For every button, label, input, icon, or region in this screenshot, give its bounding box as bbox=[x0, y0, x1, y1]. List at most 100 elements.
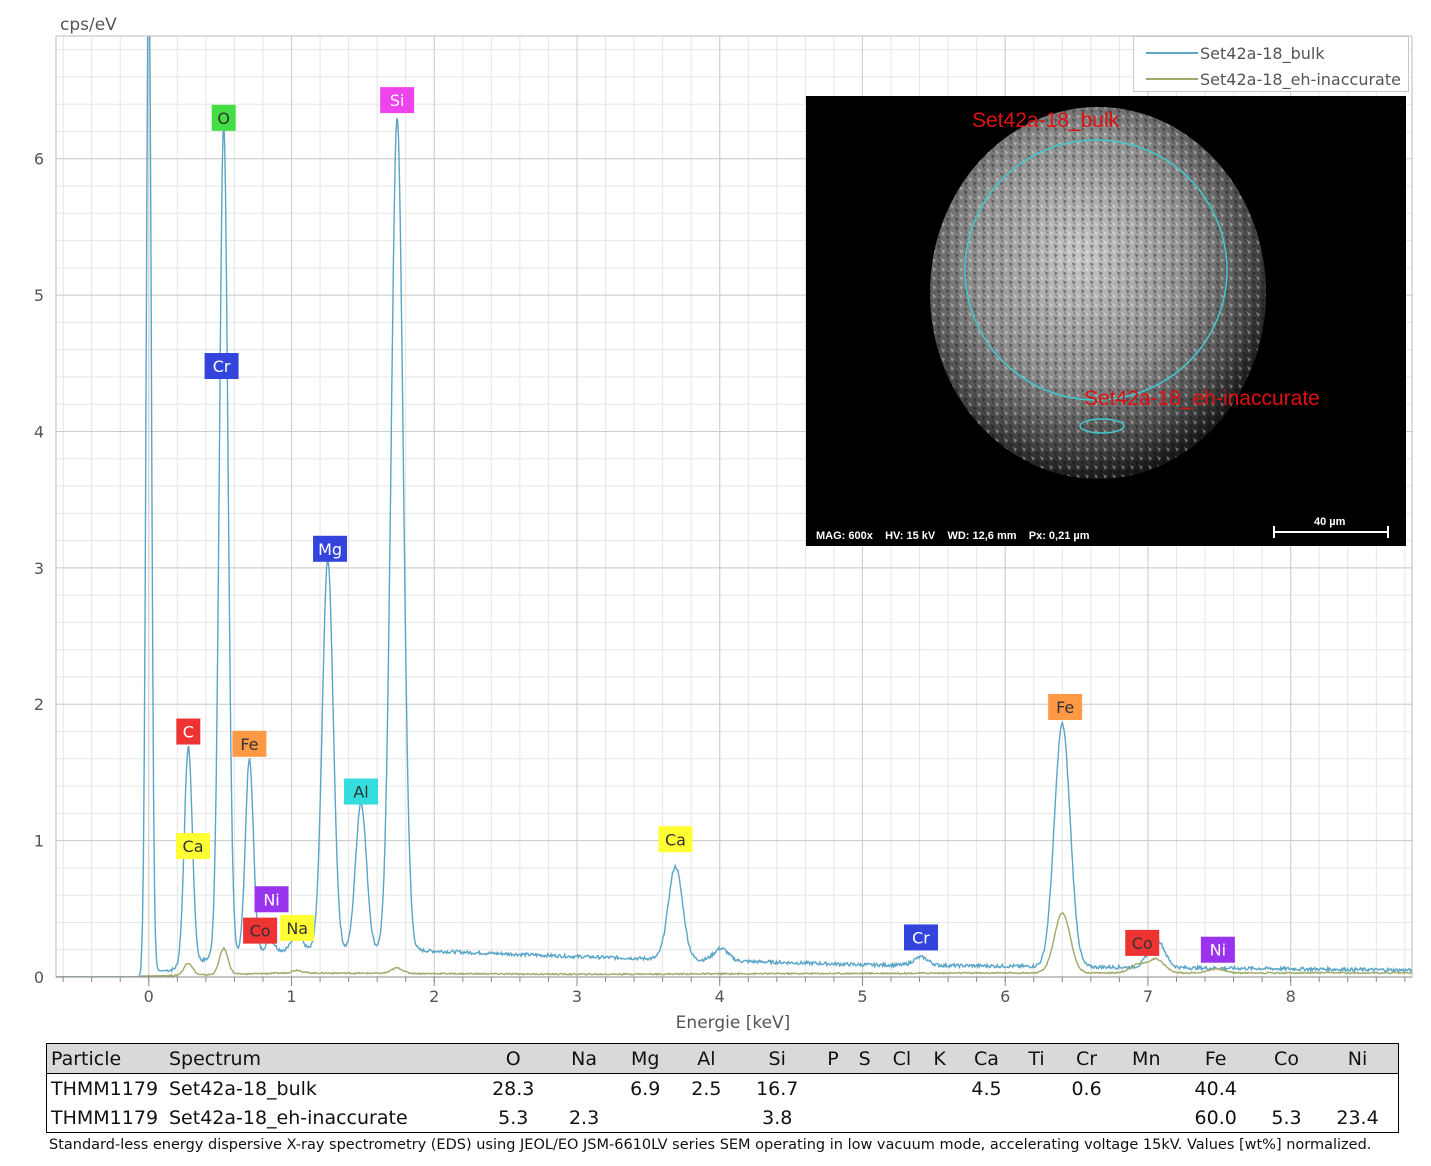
x-tick-label: 0 bbox=[144, 987, 154, 1006]
table-cell bbox=[676, 1103, 737, 1133]
table-cell bbox=[1317, 1074, 1398, 1104]
table-cell bbox=[849, 1103, 881, 1133]
scale-bar-label: 40 µm bbox=[1314, 516, 1346, 528]
legend-item-bulk: Set42a-18_bulk bbox=[1146, 43, 1325, 63]
x-tick-label: 2 bbox=[429, 987, 439, 1006]
x-tick-label: 6 bbox=[1000, 987, 1010, 1006]
peak-label-text: Al bbox=[353, 783, 368, 802]
table-header-cell: Ni bbox=[1317, 1043, 1399, 1074]
table-header-cell: Fe bbox=[1175, 1043, 1256, 1074]
y-tick-label: 5 bbox=[34, 286, 44, 305]
peak-label-fe: Fe bbox=[1048, 693, 1083, 720]
table-header-cell: Al bbox=[675, 1043, 737, 1074]
y-tick-label: 4 bbox=[34, 422, 44, 441]
y-tick-label: 2 bbox=[34, 695, 44, 714]
peak-label-text: Si bbox=[390, 91, 405, 110]
sem-info-bar: MAG: 600x HV: 15 kV WD: 12,6 mm Px: 0,21… bbox=[816, 530, 1090, 542]
table-cell: 4.5 bbox=[971, 1077, 1002, 1100]
composition-table-wrap: Particle Spectrum O Na Mg Al Si P S Cl K Ca Ti Cr Mn Fe… bbox=[46, 1043, 1399, 1133]
table-header-cell: Si bbox=[736, 1043, 818, 1074]
table-header-cell: K bbox=[923, 1043, 956, 1074]
table-cell bbox=[1017, 1074, 1056, 1104]
sem-micrograph: Set42a-18_bulk Set42a-18_eh-inaccurate 4… bbox=[806, 96, 1406, 546]
table-header-cell: Ca bbox=[955, 1043, 1018, 1074]
table-header-cell: Ti bbox=[1017, 1043, 1056, 1074]
y-tick-label: 1 bbox=[34, 832, 44, 851]
legend-swatch bbox=[1146, 78, 1198, 80]
table-header-cell: Na bbox=[553, 1043, 615, 1074]
peak-label-text: Ni bbox=[263, 890, 279, 909]
peak-label-text: Fe bbox=[240, 735, 258, 754]
x-tick-label: 3 bbox=[572, 987, 582, 1006]
table-cell: 5.3 bbox=[498, 1106, 529, 1129]
table-header-row: Particle Spectrum O Na Mg Al Si P S Cl K Ca Ti Cr Mn Fe… bbox=[46, 1043, 1399, 1074]
table-cell bbox=[849, 1074, 881, 1104]
peak-label-co: Co bbox=[243, 917, 278, 944]
table-header-cell: Mn bbox=[1117, 1043, 1176, 1074]
table-cell: Set42a-18_bulk bbox=[169, 1077, 317, 1100]
legend-swatch bbox=[1146, 52, 1198, 54]
chart-legend: Set42a-18_bulk Set42a-18_eh-inaccurate bbox=[1133, 36, 1409, 92]
x-tick-label: 8 bbox=[1286, 987, 1296, 1006]
table-header-cell: Cl bbox=[880, 1043, 924, 1074]
table-cell: 3.8 bbox=[762, 1106, 793, 1129]
legend-item-eh-inaccurate: Set42a-18_eh-inaccurate bbox=[1146, 69, 1401, 89]
table-cell bbox=[554, 1074, 615, 1104]
table-cell bbox=[1117, 1074, 1175, 1104]
table-cell: 16.7 bbox=[756, 1077, 799, 1100]
legend-label: Set42a-18_eh-inaccurate bbox=[1200, 69, 1401, 89]
table-cell bbox=[817, 1074, 848, 1104]
peak-label-c: C bbox=[176, 718, 201, 745]
peak-label-ni: Ni bbox=[1200, 936, 1235, 963]
table-header-cell: Co bbox=[1255, 1043, 1318, 1074]
table-cell bbox=[881, 1074, 923, 1104]
table-cell: 40.4 bbox=[1194, 1077, 1237, 1100]
peak-label-ca: Ca bbox=[176, 833, 211, 860]
y-tick-label: 3 bbox=[34, 559, 44, 578]
peak-label-cr: Cr bbox=[204, 353, 239, 380]
peak-label-fe: Fe bbox=[232, 730, 267, 757]
legend-label: Set42a-18_bulk bbox=[1200, 43, 1325, 63]
table-cell bbox=[923, 1103, 956, 1133]
x-tick-label: 7 bbox=[1143, 987, 1153, 1006]
x-tick-label: 1 bbox=[286, 987, 296, 1006]
peak-label-text: O bbox=[217, 109, 230, 128]
table-cell bbox=[817, 1103, 848, 1133]
table-cell: THMM1179 bbox=[51, 1106, 159, 1129]
table-header-cell: Cr bbox=[1055, 1043, 1118, 1074]
peak-label-text: Na bbox=[286, 919, 308, 938]
table-cell bbox=[1056, 1103, 1117, 1133]
table-header-cell: P bbox=[817, 1043, 849, 1074]
table-row: THMM1179 Set42a-18_bulk 28.3 6.9 2.5 16.7 4.5 0… bbox=[47, 1074, 1399, 1104]
table-cell: 0.6 bbox=[1071, 1077, 1102, 1100]
table-cell bbox=[881, 1103, 923, 1133]
table-cell: 2.3 bbox=[568, 1106, 600, 1129]
table-cell: 60.0 bbox=[1194, 1106, 1237, 1129]
peak-label-si: Si bbox=[380, 87, 415, 114]
peak-label-mg: Mg bbox=[313, 535, 348, 562]
peak-label-text: Ca bbox=[665, 830, 686, 849]
peak-label-text: C bbox=[183, 723, 194, 742]
peak-label-al: Al bbox=[344, 778, 379, 805]
table-cell: 23.4 bbox=[1336, 1106, 1379, 1129]
y-tick-label: 0 bbox=[34, 968, 44, 987]
x-tick-label: 5 bbox=[857, 987, 867, 1006]
peak-label-cr: Cr bbox=[903, 924, 938, 951]
table-cell: 6.9 bbox=[630, 1077, 661, 1100]
table-cell bbox=[615, 1103, 676, 1133]
table-cell bbox=[1017, 1103, 1056, 1133]
table-header-cell: Particle bbox=[46, 1043, 165, 1074]
table-cell bbox=[923, 1074, 956, 1104]
table-row: THMM1179 Set42a-18_eh-inaccurate 5.3 2.3 3.8… bbox=[47, 1103, 1399, 1133]
table-header-cell: S bbox=[848, 1043, 881, 1074]
peak-label-text: Co bbox=[250, 922, 271, 941]
table-cell bbox=[1256, 1074, 1317, 1104]
table-cell: THMM1179 bbox=[51, 1077, 159, 1100]
table-header-cell: Spectrum bbox=[165, 1043, 473, 1074]
peak-label-text: Cr bbox=[912, 928, 930, 947]
y-axis-label: cps/eV bbox=[60, 15, 117, 35]
composition-table: Particle Spectrum O Na Mg Al Si P S Cl K Ca Ti Cr Mn Fe… bbox=[46, 1043, 1399, 1133]
footnote: Standard-less energy dispersive X-ray sp… bbox=[49, 1137, 1372, 1153]
peak-label-text: Co bbox=[1132, 934, 1153, 953]
peak-label-text: Fe bbox=[1056, 698, 1074, 717]
